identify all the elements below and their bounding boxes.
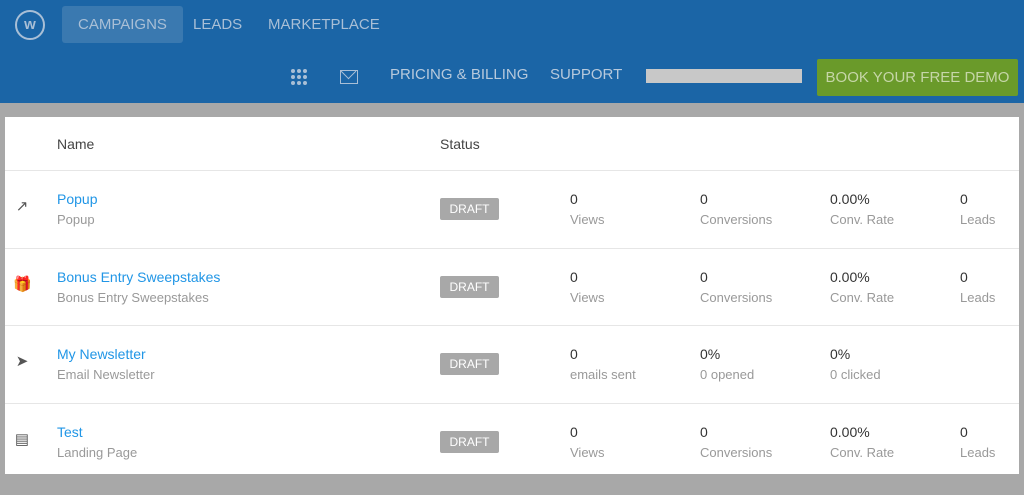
campaign-name-link[interactable]: Popup [57, 191, 97, 207]
paper-plane-icon: ➤ [13, 352, 31, 370]
stat-value: 0% [700, 346, 720, 362]
table-row[interactable]: ↗ Popup Popup DRAFT 0 Views 0 Conversions 0… [5, 170, 1019, 247]
book-demo-button[interactable]: BOOK YOUR FREE DEMO [817, 59, 1018, 96]
status-badge: DRAFT [440, 276, 499, 298]
table-row[interactable]: ▤ Test Landing Page DRAFT 0 Views 0 Conver… [5, 403, 1019, 480]
header-status: Status [440, 136, 480, 152]
account-name-redacted[interactable] [646, 69, 802, 83]
stat-value: 0.00% [830, 269, 870, 285]
mail-icon[interactable] [340, 70, 358, 84]
top-header: w CAMPAIGNS LEADS MARKETPLACE PRICING & … [0, 0, 1024, 103]
stat-value: 0 [570, 424, 578, 440]
nav-marketplace[interactable]: MARKETPLACE [252, 6, 396, 43]
campaign-type: Email Newsletter [57, 367, 155, 382]
status-badge: DRAFT [440, 353, 499, 375]
stat-value: 0% [830, 346, 850, 362]
stat-label: 0 opened [700, 367, 754, 382]
document-icon: ▤ [13, 430, 31, 448]
stat-label: Views [570, 212, 604, 227]
stat-label: 0 clicked [830, 367, 881, 382]
stat-value: 0.00% [830, 191, 870, 207]
stat-label: Conv. Rate [830, 445, 894, 460]
stat-label: Leads [960, 290, 995, 305]
stat-label: Conversions [700, 445, 772, 460]
stat-value: 0 [570, 346, 578, 362]
stat-label: emails sent [570, 367, 636, 382]
table-row[interactable]: ➤ My Newsletter Email Newsletter DRAFT 0 … [5, 325, 1019, 402]
campaign-name-link[interactable]: Test [57, 424, 83, 440]
header-name: Name [57, 136, 94, 152]
campaign-type: Landing Page [57, 445, 137, 460]
logo[interactable]: w [15, 10, 45, 40]
external-link-icon: ↗ [13, 197, 31, 215]
campaign-name-link[interactable]: My Newsletter [57, 346, 146, 362]
status-badge: DRAFT [440, 198, 499, 220]
stat-label: Leads [960, 445, 995, 460]
stat-value: 0 [570, 269, 578, 285]
stat-value: 0 [700, 269, 708, 285]
stat-value: 0 [700, 424, 708, 440]
gift-icon: 🎁 [13, 275, 31, 293]
stat-label: Leads [960, 212, 995, 227]
nav-pricing-billing[interactable]: PRICING & BILLING [390, 66, 528, 83]
stat-label: Conversions [700, 212, 772, 227]
apps-grid-icon[interactable] [291, 69, 307, 85]
campaign-type: Bonus Entry Sweepstakes [57, 290, 209, 305]
stat-value: 0 [570, 191, 578, 207]
stat-label: Conversions [700, 290, 772, 305]
stat-value: 0.00% [830, 424, 870, 440]
campaign-type: Popup [57, 212, 95, 227]
stat-value: 0 [960, 191, 968, 207]
campaigns-table: Name Status ↗ Popup Popup DRAFT 0 Views 0 … [5, 117, 1019, 474]
stat-value: 0 [700, 191, 708, 207]
stat-label: Conv. Rate [830, 212, 894, 227]
table-row[interactable]: 🎁 Bonus Entry Sweepstakes Bonus Entry Sw… [5, 248, 1019, 325]
stat-label: Views [570, 290, 604, 305]
stat-label: Conv. Rate [830, 290, 894, 305]
nav-campaigns[interactable]: CAMPAIGNS [62, 6, 183, 43]
status-badge: DRAFT [440, 431, 499, 453]
nav-leads[interactable]: LEADS [177, 6, 258, 43]
nav-support[interactable]: SUPPORT [550, 66, 622, 83]
campaign-name-link[interactable]: Bonus Entry Sweepstakes [57, 269, 220, 285]
stat-value: 0 [960, 269, 968, 285]
stat-value: 0 [960, 424, 968, 440]
stat-label: Views [570, 445, 604, 460]
